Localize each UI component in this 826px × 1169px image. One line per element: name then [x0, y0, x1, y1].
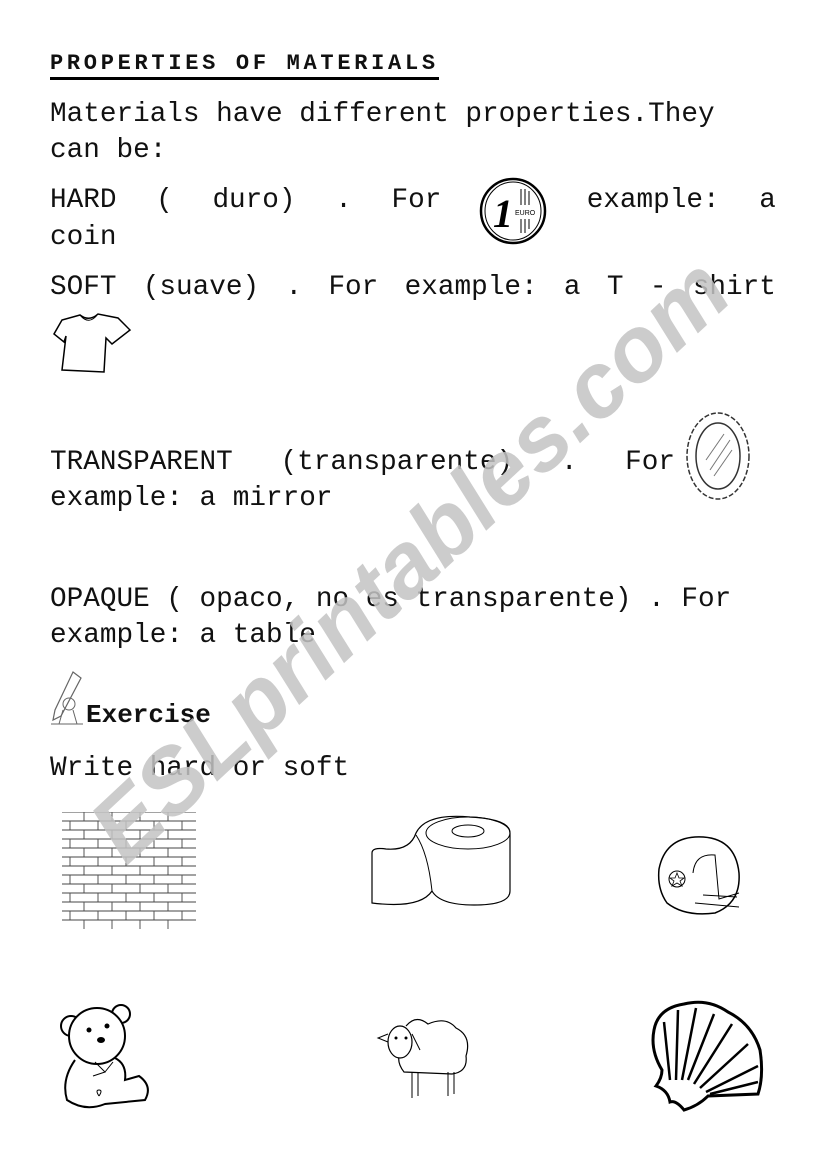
- hard-line: HARD ( duro) . For example: a: [50, 185, 776, 217]
- opaque-line-2: example: a table: [50, 620, 316, 651]
- word: For: [328, 272, 379, 303]
- page-title: PROPERTIES OF MATERIALS: [50, 52, 439, 80]
- word: shirt: [692, 272, 776, 303]
- word: duro): [212, 185, 296, 216]
- word: T: [606, 272, 624, 303]
- svg-text:EURO: EURO: [515, 210, 536, 217]
- exercise-instruction: Write hard or soft: [50, 753, 350, 784]
- word: For: [625, 447, 675, 478]
- word: .: [285, 272, 303, 303]
- intro-line-2: can be:: [50, 135, 167, 166]
- word: example:: [404, 272, 538, 303]
- intro-line-1: Materials have different properties.They: [50, 99, 715, 130]
- opaque-line-1: OPAQUE ( opaco, no es transparente) . Fo…: [50, 584, 732, 615]
- word: a: [759, 185, 776, 216]
- sheep-icon: [376, 1018, 469, 1098]
- transparent-line-cont: example: a mirror: [50, 483, 333, 514]
- soft-line: SOFT (suave) . For example: a T - shirt: [50, 272, 776, 304]
- euro-coin-icon: 1 EURO: [479, 177, 547, 245]
- word: -: [649, 272, 667, 303]
- word: (transparente): [280, 447, 514, 478]
- word: For: [391, 185, 442, 216]
- word: SOFT: [50, 272, 117, 303]
- word: (suave): [142, 272, 260, 303]
- word: (: [156, 185, 173, 216]
- exercise-heading: Exercise: [86, 700, 211, 730]
- seashell-icon: [651, 1000, 764, 1112]
- word: .: [335, 185, 352, 216]
- transparent-line: TRANSPARENT (transparente) . For: [50, 447, 675, 479]
- pencil-kid-icon: [51, 671, 83, 725]
- word: HARD: [50, 185, 117, 216]
- brick-wall-icon: [62, 812, 196, 929]
- helmet-icon: [657, 836, 740, 915]
- word: example:: [586, 185, 720, 216]
- mirror-icon: [686, 412, 750, 500]
- watermark: ESLprintables.com: [70, 238, 750, 882]
- word: a: [563, 272, 581, 303]
- teddy-bear-icon: [60, 1004, 149, 1109]
- tshirt-icon: [53, 313, 132, 373]
- word: .: [560, 447, 578, 478]
- word: TRANSPARENT: [50, 447, 233, 478]
- toilet-paper-roll-icon: [371, 815, 511, 906]
- hard-line-cont: coin: [50, 222, 117, 253]
- svg-text:1: 1: [493, 191, 513, 236]
